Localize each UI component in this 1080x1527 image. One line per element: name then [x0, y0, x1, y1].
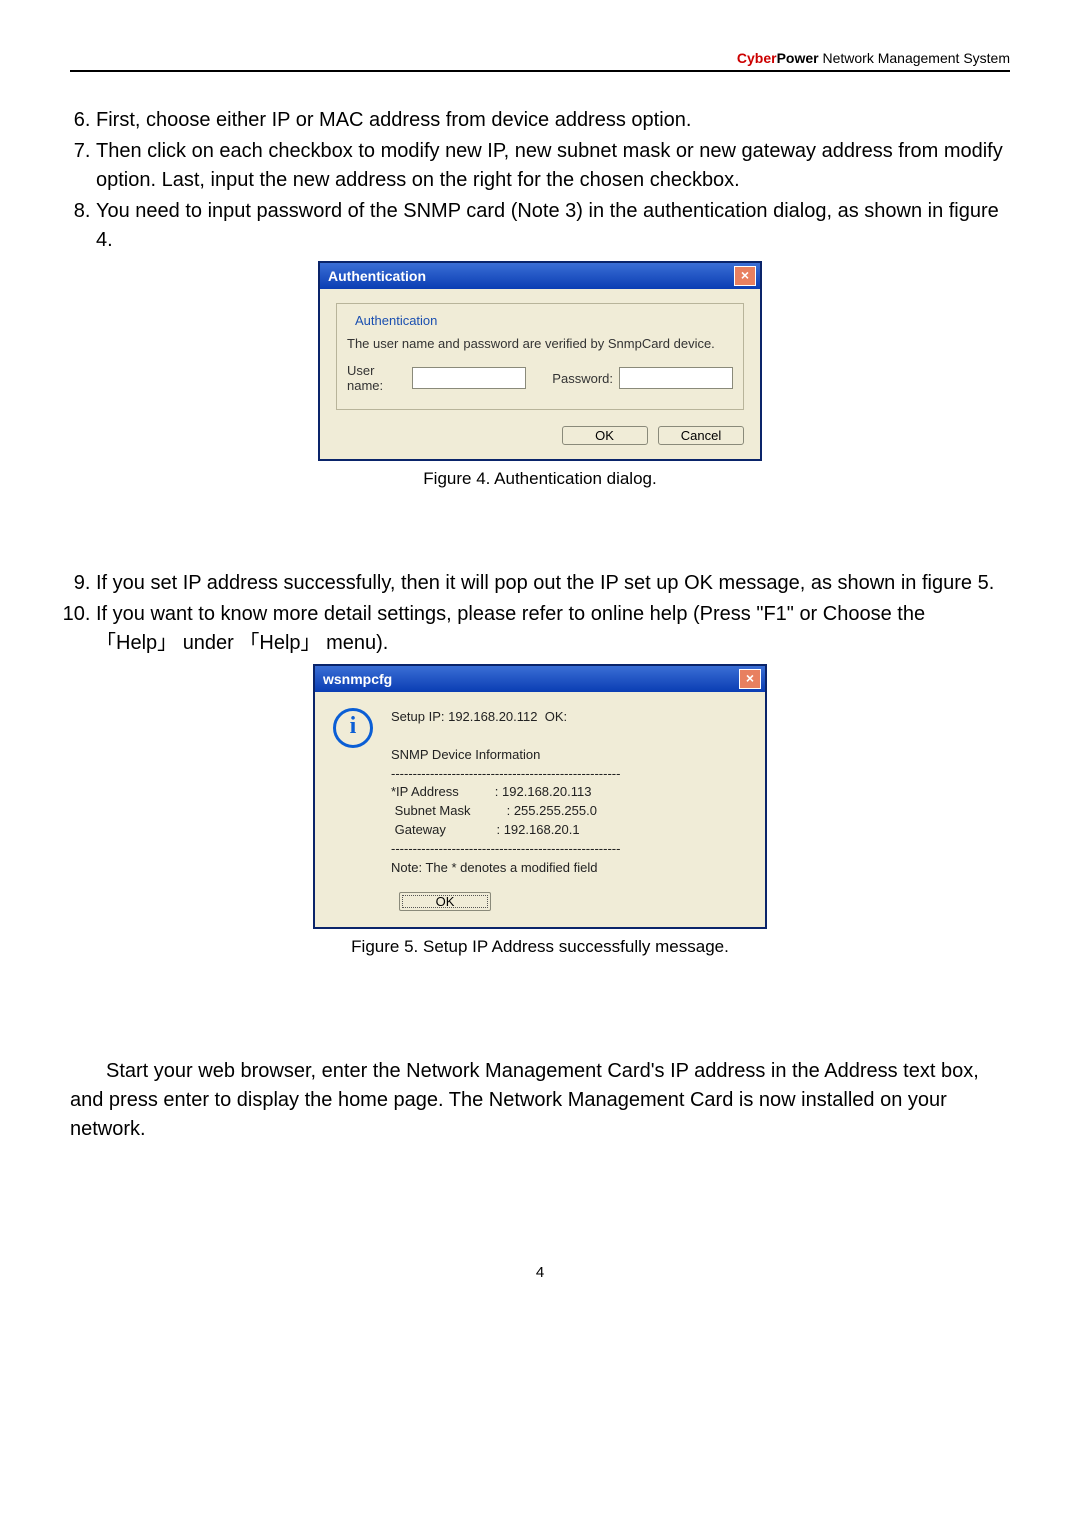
auth-fieldset: Authentication The user name and passwor… — [336, 303, 744, 410]
auth-titlebar[interactable]: Authentication × — [320, 263, 760, 289]
ws-title: wsnmpcfg — [323, 671, 392, 687]
ws-titlebar[interactable]: wsnmpcfg × — [315, 666, 765, 692]
figure-5-caption: Figure 5. Setup IP Address successfully … — [70, 937, 1010, 957]
close-icon[interactable]: × — [739, 669, 761, 689]
brand-power: Power — [777, 50, 819, 66]
bottom-paragraph: Start your web browser, enter the Networ… — [70, 1057, 1010, 1144]
ws-note: Note: The * denotes a modified field — [391, 860, 597, 875]
ws-row-ip: *IP Address : 192.168.20.113 — [391, 784, 591, 799]
ok-button[interactable]: OK — [399, 892, 491, 911]
authentication-dialog: Authentication × Authentication The user… — [318, 261, 762, 461]
cancel-button[interactable]: Cancel — [658, 426, 744, 445]
page-number: 4 — [70, 1264, 1010, 1281]
step-8: You need to input password of the SNMP c… — [96, 197, 1010, 255]
auth-legend: Authentication — [351, 313, 441, 328]
user-name-label: User name: — [347, 363, 406, 393]
figure-4-caption: Figure 4. Authentication dialog. — [70, 469, 1010, 489]
user-name-input[interactable] — [412, 367, 526, 389]
ws-message: Setup IP: 192.168.20.112 OK: SNMP Device… — [391, 708, 620, 878]
ws-sep1: ----------------------------------------… — [391, 766, 620, 781]
ws-sep2: ----------------------------------------… — [391, 841, 620, 856]
info-icon: i — [333, 708, 373, 748]
step-list-b: If you set IP address successfully, then… — [70, 569, 1010, 658]
ok-button[interactable]: OK — [562, 426, 648, 445]
ws-line1: Setup IP: 192.168.20.112 OK: — [391, 709, 567, 724]
ws-row-mask: Subnet Mask : 255.255.255.0 — [391, 803, 597, 818]
step-9: If you set IP address successfully, then… — [96, 569, 1010, 598]
step-list-a: First, choose either IP or MAC address f… — [70, 106, 1010, 255]
step-6: First, choose either IP or MAC address f… — [96, 106, 1010, 135]
auth-description: The user name and password are verified … — [347, 336, 733, 351]
step-10: If you want to know more detail settings… — [96, 600, 1010, 658]
header-rule — [70, 70, 1010, 72]
brand-suffix: Network Management System — [819, 50, 1010, 66]
doc-header: CyberPower Network Management System — [70, 50, 1010, 66]
password-label: Password: — [552, 371, 613, 386]
brand-cyber: Cyber — [737, 50, 777, 66]
wsnmpcfg-dialog: wsnmpcfg × i Setup IP: 192.168.20.112 OK… — [313, 664, 767, 929]
password-input[interactable] — [619, 367, 733, 389]
ws-line2: SNMP Device Information — [391, 747, 540, 762]
ws-row-gw: Gateway : 192.168.20.1 — [391, 822, 580, 837]
close-icon[interactable]: × — [734, 266, 756, 286]
step-7: Then click on each checkbox to modify ne… — [96, 137, 1010, 195]
auth-title: Authentication — [328, 268, 426, 284]
